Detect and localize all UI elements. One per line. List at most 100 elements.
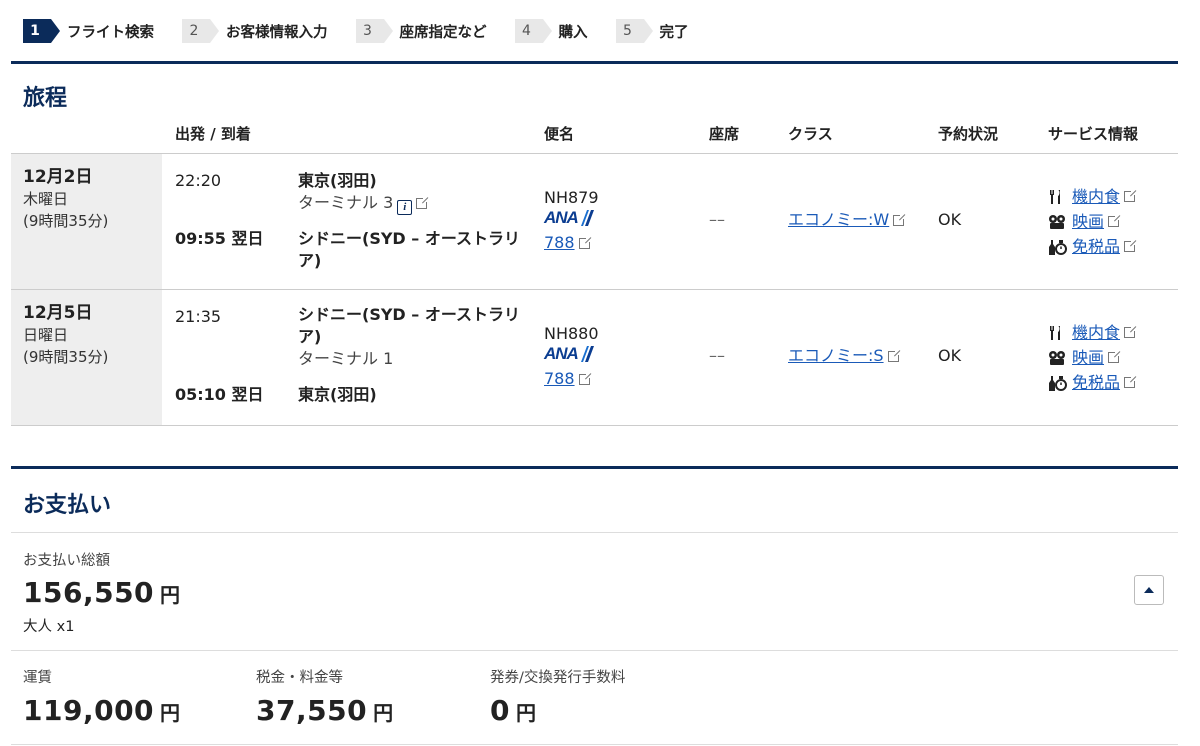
- chevron-up-icon: [1144, 587, 1154, 593]
- flight-duration: (9時間35分): [23, 212, 109, 230]
- aircraft-type[interactable]: 788: [544, 369, 575, 388]
- external-link-icon[interactable]: [578, 236, 592, 249]
- fare-amount-value: 119,000: [23, 694, 155, 727]
- itinerary-section: 旅程 出発 / 到着 便名 座席 クラス 予約状況 サービス情報 12月2日 木…: [11, 61, 1178, 426]
- info-icon[interactable]: i: [397, 200, 413, 215]
- seat-value: ––: [709, 346, 725, 365]
- service-label[interactable]: 免税品: [1072, 236, 1120, 258]
- ana-logo-text: ANA: [544, 344, 579, 363]
- service-label[interactable]: 映画: [1072, 211, 1104, 233]
- service-label[interactable]: 免税品: [1072, 372, 1120, 394]
- fork-knife-icon: [1048, 188, 1072, 206]
- flight-weekday: 日曜日: [23, 326, 69, 344]
- external-link-icon[interactable]: [416, 196, 430, 209]
- total-amount: 156,550 円: [23, 576, 181, 609]
- flight-duration: (9時間35分): [23, 348, 109, 366]
- external-link-icon[interactable]: [1124, 325, 1138, 338]
- itinerary-title: 旅程: [23, 86, 68, 111]
- fare-amount: 119,000 円: [23, 694, 181, 727]
- service-label[interactable]: 機内食: [1072, 186, 1120, 208]
- class-link[interactable]: エコノミー:W: [788, 209, 907, 231]
- fare-class[interactable]: エコノミー:S: [788, 346, 884, 365]
- external-link-icon[interactable]: [887, 349, 901, 362]
- total-label: お支払い総額: [23, 553, 110, 569]
- header-flight: 便名: [544, 125, 575, 143]
- divider: [11, 744, 1178, 745]
- step-number: 4: [514, 19, 552, 43]
- collapse-button[interactable]: [1134, 575, 1164, 605]
- flight-number: NH879: [544, 188, 599, 207]
- fork-knife-icon: [1048, 324, 1072, 342]
- currency: 円: [160, 701, 181, 725]
- fee-amount: 0円: [490, 694, 536, 727]
- ana-logo: ANA: [544, 207, 594, 229]
- service-meal[interactable]: 機内食: [1048, 184, 1138, 209]
- ana-stripe-icon: [580, 346, 594, 362]
- duty-free-icon: [1048, 374, 1072, 392]
- step-number: 2: [182, 19, 219, 43]
- step-purchase: 4 購入: [514, 18, 588, 44]
- currency: 円: [373, 701, 394, 725]
- aircraft-type[interactable]: 788: [544, 233, 575, 252]
- currency: 円: [160, 583, 181, 607]
- booking-status: OK: [938, 210, 962, 229]
- step-label: お客様情報入力: [226, 24, 328, 41]
- fare-class[interactable]: エコノミー:W: [788, 210, 889, 229]
- itinerary-table: 12月2日 木曜日 (9時間35分) 22:20 東京(羽田) ターミナル 3i…: [11, 153, 1178, 426]
- fare-label: 運賃: [23, 670, 52, 686]
- external-link-icon[interactable]: [578, 372, 592, 385]
- duty-free-icon: [1048, 238, 1072, 256]
- step-label: 座席指定など: [399, 24, 487, 41]
- ana-logo: ANA: [544, 343, 594, 365]
- class-link[interactable]: エコノミー:S: [788, 345, 901, 367]
- payment-section: お支払い お支払い総額 156,550 円 大人 x1 運賃 119,000 円 税…: [11, 466, 1178, 746]
- table-row: 12月5日 日曜日 (9時間35分) 21:35 シドニー(SYD – オースト…: [11, 290, 1178, 426]
- step-label: フライト検索: [67, 24, 154, 41]
- section-divider: [11, 466, 1178, 469]
- aircraft-link[interactable]: 788: [544, 368, 592, 390]
- external-link-icon[interactable]: [1124, 375, 1138, 388]
- service-label[interactable]: 映画: [1072, 347, 1104, 369]
- seat-value: ––: [709, 210, 725, 229]
- header-status: 予約状況: [938, 125, 999, 143]
- external-link-icon[interactable]: [893, 213, 907, 226]
- departure-time: 22:20: [175, 171, 222, 190]
- service-list: 機内食 映画 免税品: [1048, 320, 1138, 395]
- service-movie[interactable]: 映画: [1048, 209, 1135, 234]
- external-link-icon[interactable]: [1124, 189, 1138, 202]
- service-duty-free[interactable]: 免税品: [1048, 370, 1138, 395]
- tax-label: 税金・料金等: [256, 670, 343, 686]
- external-link-icon[interactable]: [1108, 350, 1122, 363]
- arrival-time: 05:10 翌日: [175, 385, 264, 404]
- service-meal[interactable]: 機内食: [1048, 320, 1138, 345]
- payment-title: お支払い: [23, 493, 112, 518]
- departure-terminal: ターミナル 1: [298, 348, 393, 370]
- divider: [11, 650, 1178, 651]
- external-link-icon[interactable]: [1108, 214, 1122, 227]
- flight-number: NH880: [544, 324, 599, 343]
- aircraft-link[interactable]: 788: [544, 232, 592, 254]
- table-row: 12月2日 木曜日 (9時間35分) 22:20 東京(羽田) ターミナル 3i…: [11, 154, 1178, 290]
- service-duty-free[interactable]: 免税品: [1048, 234, 1138, 259]
- currency: 円: [515, 701, 537, 725]
- departure-city: シドニー(SYD – オーストラリア): [298, 305, 521, 346]
- header-depart-arrive: 出発 / 到着: [175, 125, 251, 143]
- external-link-icon[interactable]: [1124, 239, 1138, 252]
- service-label[interactable]: 機内食: [1072, 322, 1120, 344]
- arrival-city: 東京(羽田): [298, 385, 377, 404]
- departure-terminal: ターミナル 3i: [298, 192, 430, 215]
- step-number: 3: [355, 19, 393, 43]
- film-camera-icon: [1048, 349, 1072, 367]
- divider: [11, 532, 1178, 533]
- terminal-label: ターミナル 1: [298, 349, 394, 368]
- step-label: 完了: [659, 24, 689, 41]
- step-number: 1: [23, 19, 60, 43]
- booking-status: OK: [938, 346, 962, 365]
- date-cell: 12月2日 木曜日 (9時間35分): [11, 154, 162, 289]
- ana-stripe-icon: [580, 210, 594, 226]
- flight-date: 12月5日: [23, 303, 93, 323]
- step-seat-selection: 3 座席指定など: [355, 18, 487, 44]
- total-amount-value: 156,550: [23, 576, 155, 609]
- service-movie[interactable]: 映画: [1048, 345, 1135, 370]
- arrival-time: 09:55 翌日: [175, 229, 264, 248]
